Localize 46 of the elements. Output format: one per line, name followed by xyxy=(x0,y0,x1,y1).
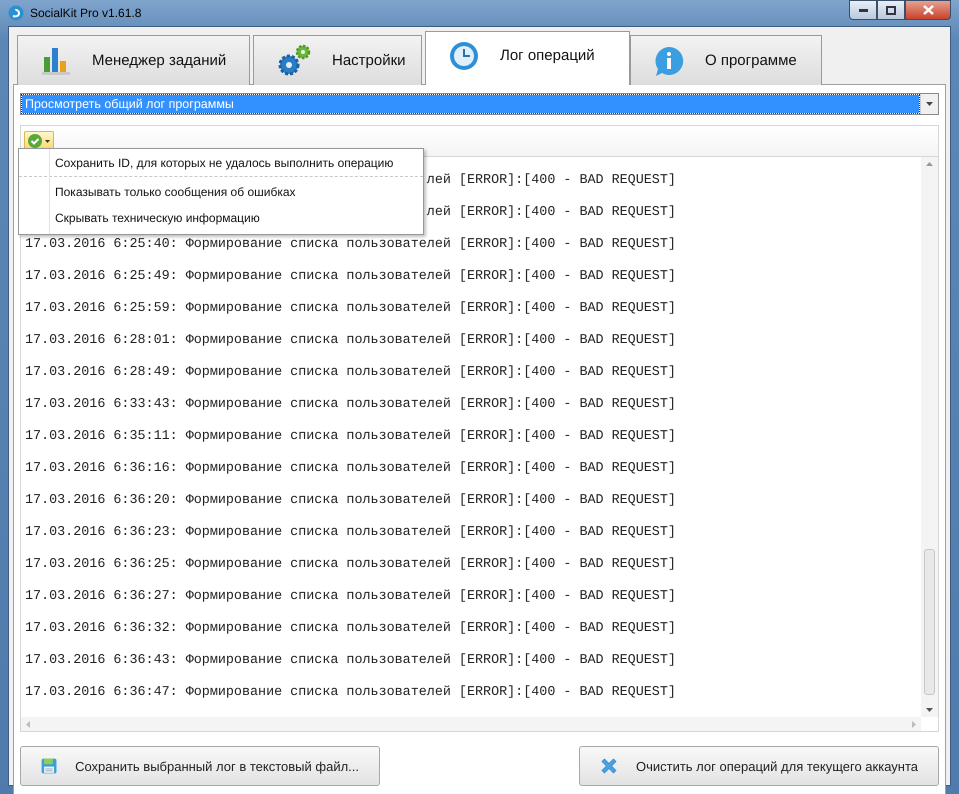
maximize-icon xyxy=(886,6,896,14)
log-line: 17.03.2016 6:33:43: Формирование списка пользователей [ERROR]:[400 - BAD REQUEST] xyxy=(25,397,676,412)
caret-icon xyxy=(45,140,50,142)
log-line: 17.03.2016 6:35:11: Формирование списка пользователей [ERROR]:[400 - BAD REQUEST] xyxy=(25,429,676,444)
menu-item[interactable]: Сохранить ID, для которых не удалось выполнить операцию xyxy=(19,151,423,177)
scroll-right-icon[interactable] xyxy=(912,720,916,728)
log-line: 17.03.2016 6:36:25: Формирование списка пользователей [ERROR]:[400 - BAD REQUEST] xyxy=(25,557,676,572)
window-title: SocialKit Pro v1.61.8 xyxy=(30,6,142,20)
tab[interactable]: Менеджер заданий xyxy=(17,35,250,85)
log-line: 17.03.2016 6:36:27: Формирование списка пользователей [ERROR]:[400 - BAD REQUEST] xyxy=(25,589,676,604)
log-line: 17.03.2016 6:25:59: Формирование списка пользователей [ERROR]:[400 - BAD REQUEST] xyxy=(25,301,676,316)
tab[interactable]: О программе xyxy=(630,35,822,85)
log-line: 17.03.2016 6:28:01: Формирование списка пользователей [ERROR]:[400 - BAD REQUEST] xyxy=(25,333,676,348)
dropdown-arrow-icon xyxy=(926,102,933,106)
log-line: лей [ERROR]:[400 - BAD REQUEST] xyxy=(426,205,676,220)
clear-log-button[interactable]: Очистить лог операций для текущего аккаунта xyxy=(579,746,939,786)
menu-item[interactable]: Скрывать техническую информацию xyxy=(19,206,423,232)
log-line: 17.03.2016 6:36:32: Формирование списка пользователей [ERROR]:[400 - BAD REQUEST] xyxy=(25,621,676,636)
clock-icon xyxy=(448,40,480,72)
scroll-down-icon[interactable] xyxy=(926,708,933,712)
scroll-up-icon[interactable] xyxy=(926,162,933,166)
log-line: 17.03.2016 6:36:20: Формирование списка пользователей [ERROR]:[400 - BAD REQUEST] xyxy=(25,493,676,508)
tab[interactable]: Настройки xyxy=(253,35,422,85)
app-logo-icon xyxy=(8,5,24,21)
close-icon xyxy=(922,5,934,15)
close-button[interactable] xyxy=(905,0,951,20)
minimize-button[interactable] xyxy=(849,0,877,20)
save-log-button[interactable]: Сохранить выбранный лог в текстовый файл... xyxy=(20,746,380,786)
minimize-icon xyxy=(858,8,868,12)
scroll-left-icon[interactable] xyxy=(26,720,30,728)
log-line: лей [ERROR]:[400 - BAD REQUEST] xyxy=(426,173,676,188)
horizontal-scrollbar[interactable] xyxy=(21,717,921,731)
log-line: 17.03.2016 6:25:40: Формирование списка пользователей [ERROR]:[400 - BAD REQUEST] xyxy=(25,237,676,252)
log-line: 17.03.2016 6:36:23: Формирование списка пользователей [ERROR]:[400 - BAD REQUEST] xyxy=(25,525,676,540)
tab[interactable]: Лог операций xyxy=(425,31,630,85)
maximize-button[interactable] xyxy=(877,0,905,20)
log-line: 17.03.2016 6:36:43: Формирование списка пользователей [ERROR]:[400 - BAD REQUEST] xyxy=(25,653,676,668)
log-line: 17.03.2016 6:36:47: Формирование списка пользователей [ERROR]:[400 - BAD REQUEST] xyxy=(25,685,676,700)
scroll-thumb[interactable] xyxy=(924,549,935,695)
info-icon xyxy=(653,44,685,76)
vertical-scrollbar[interactable] xyxy=(921,157,938,717)
log-line: 17.03.2016 6:36:16: Формирование списка пользователей [ERROR]:[400 - BAD REQUEST] xyxy=(25,461,676,476)
log-line: 17.03.2016 6:28:49: Формирование списка пользователей [ERROR]:[400 - BAD REQUEST] xyxy=(25,365,676,380)
log-line: 17.03.2016 6:25:49: Формирование списка пользователей [ERROR]:[400 - BAD REQUEST] xyxy=(25,269,676,284)
gears-icon xyxy=(276,44,312,78)
menu-item[interactable]: Показывать только сообщения об ошибках xyxy=(19,180,423,206)
